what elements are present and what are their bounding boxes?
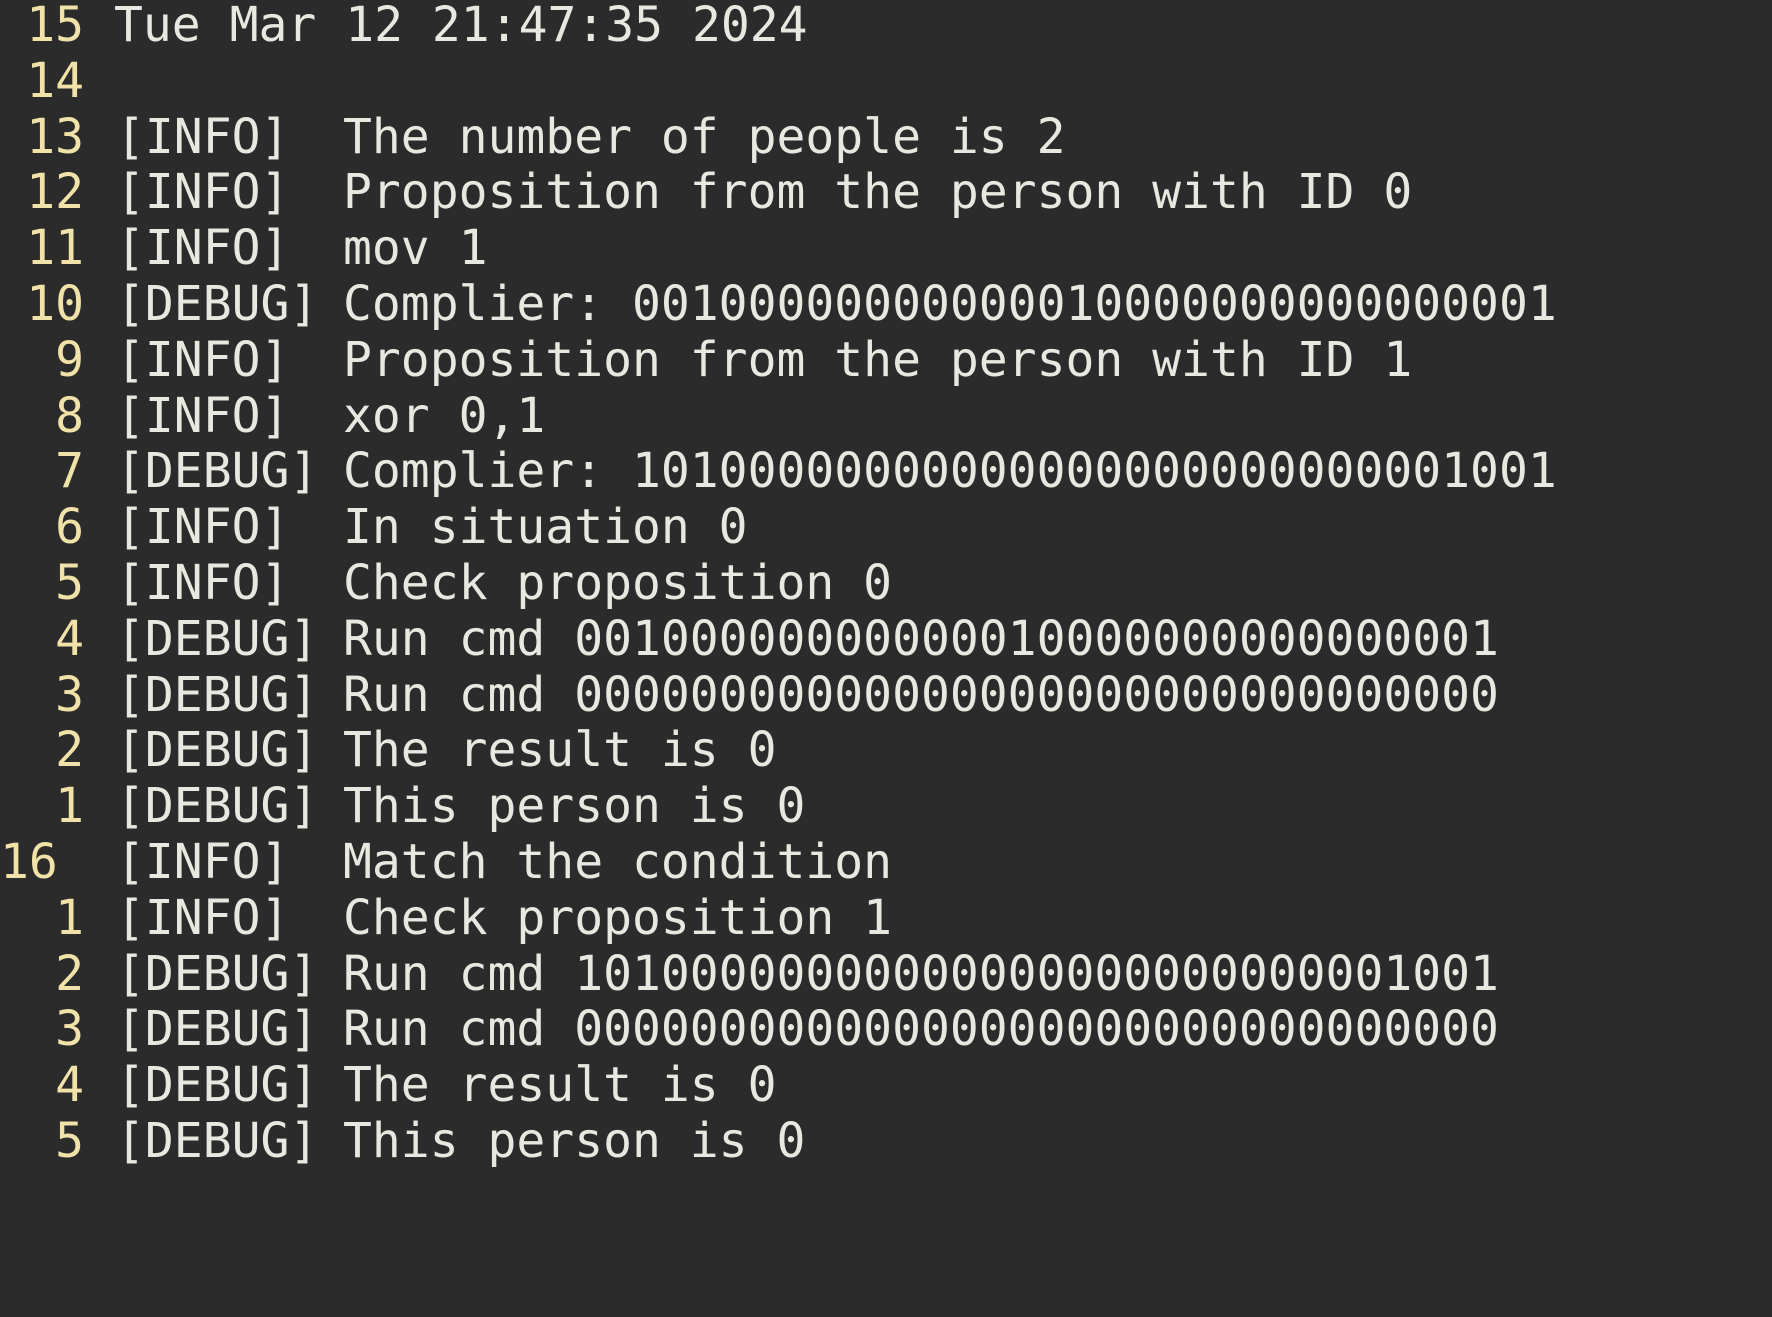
- line-number: 13: [26, 108, 84, 165]
- current-line-number: 16: [0, 834, 58, 890]
- log-level-tag: [DEBUG]: [116, 778, 319, 835]
- editor-line[interactable]: 8 [INFO] xor 0,1: [0, 385, 1772, 448]
- line-number: 11: [26, 220, 84, 277]
- editor-line[interactable]: 14: [0, 50, 1772, 113]
- log-message: This person is 0: [343, 1113, 806, 1169]
- log-message: Check proposition 1: [343, 889, 893, 946]
- editor-line[interactable]: 9 [INFO] Proposition from the person with …: [0, 329, 1772, 392]
- log-message: The number of people is 2: [343, 108, 1066, 165]
- line-number: 9: [55, 331, 84, 388]
- log-level-tag: [INFO]: [116, 108, 290, 165]
- line-number: 8: [55, 387, 84, 444]
- editor-line[interactable]: 5 [DEBUG] This person is 0: [0, 1110, 1772, 1173]
- log-level-tag: [DEBUG]: [116, 610, 319, 667]
- log-message: Match the condition: [343, 834, 893, 890]
- log-level-tag: [DEBUG]: [116, 276, 319, 332]
- log-message: In situation 0: [343, 499, 748, 556]
- editor-line[interactable]: 3 [DEBUG] Run cmd 000000000000000000000000…: [0, 664, 1772, 727]
- line-number: 2: [55, 722, 84, 779]
- log-message: xor 0,1: [343, 387, 546, 444]
- log-level-tag: [DEBUG]: [116, 945, 319, 1002]
- line-number: 6: [55, 499, 84, 556]
- log-message: Run cmd 00100000000000010000000000000001: [343, 610, 1499, 667]
- log-message: The result is 0: [343, 1057, 777, 1114]
- editor-line[interactable]: 7 [DEBUG] Complier: 1010000000000000000000…: [0, 440, 1772, 503]
- log-level-tag: [INFO]: [116, 889, 290, 946]
- log-level-tag: [INFO]: [116, 164, 290, 221]
- editor-line[interactable]: 4 [DEBUG] Run cmd 001000000000000100000000…: [0, 608, 1772, 671]
- log-message: Proposition from the person with ID 0: [343, 164, 1413, 221]
- log-level-tag: [INFO]: [116, 499, 290, 556]
- log-message: mov 1: [343, 220, 488, 277]
- line-number: 3: [55, 1001, 84, 1058]
- editor-line[interactable]: 10 [DEBUG] Complier: 001000000000000100000…: [0, 273, 1772, 336]
- log-message: The result is 0: [343, 722, 777, 779]
- log-message: Check proposition 0: [343, 555, 893, 611]
- log-level-tag: [INFO]: [116, 331, 290, 388]
- log-message: Complier: 101000000000000000000000000010…: [343, 443, 1557, 500]
- log-level-tag: [DEBUG]: [116, 722, 319, 779]
- log-message: Complier: 001000000000000100000000000000…: [343, 276, 1557, 332]
- line-number: 15: [26, 0, 84, 53]
- line-number: 1: [55, 778, 84, 835]
- editor-line[interactable]: 1 [DEBUG] This person is 0: [0, 775, 1772, 838]
- line-number: 10: [26, 276, 84, 332]
- log-level-tag: [DEBUG]: [116, 1001, 319, 1058]
- editor-line[interactable]: 4 [DEBUG] The result is 0: [0, 1054, 1772, 1117]
- log-editor[interactable]: 15 Tue Mar 12 21:47:35 2024 14 13 [INFO] The …: [0, 0, 1772, 1317]
- log-level-tag: [INFO]: [116, 834, 290, 890]
- log-level-tag: [DEBUG]: [116, 1057, 319, 1114]
- editor-line[interactable]: 13 [INFO] The number of people is 2: [0, 106, 1772, 169]
- editor-line[interactable]: 3 [DEBUG] Run cmd 000000000000000000000000…: [0, 998, 1772, 1061]
- log-message: Proposition from the person with ID 1: [343, 331, 1413, 388]
- log-message: Run cmd 00000000000000000000000000000000: [343, 1001, 1499, 1058]
- editor-line[interactable]: 6 [INFO] In situation 0: [0, 496, 1772, 559]
- log-level-tag: [INFO]: [116, 220, 290, 277]
- log-message: Run cmd 00000000000000000000000000000000: [343, 666, 1499, 723]
- editor-line[interactable]: 1 [INFO] Check proposition 1: [0, 887, 1772, 950]
- line-number: 4: [55, 610, 84, 667]
- editor-line[interactable]: 16 [INFO] Match the condition: [0, 831, 1772, 894]
- line-number: 1: [55, 889, 84, 946]
- log-level-tag: [DEBUG]: [116, 443, 319, 500]
- line-number: 5: [55, 1113, 84, 1169]
- editor-line[interactable]: 12 [INFO] Proposition from the person with…: [0, 161, 1772, 224]
- line-number: 4: [55, 1057, 84, 1114]
- editor-line[interactable]: 2 [DEBUG] The result is 0: [0, 719, 1772, 782]
- log-level-tag: [INFO]: [116, 387, 290, 444]
- editor-line[interactable]: 5 [INFO] Check proposition 0: [0, 552, 1772, 615]
- line-number: 14: [26, 52, 84, 109]
- line-number: 3: [55, 666, 84, 723]
- log-message: Run cmd 10100000000000000000000000001001: [343, 945, 1499, 1002]
- editor-line[interactable]: 15 Tue Mar 12 21:47:35 2024: [0, 0, 1772, 57]
- log-level-tag: [DEBUG]: [116, 1113, 319, 1169]
- editor-line[interactable]: 2 [DEBUG] Run cmd 101000000000000000000000…: [0, 943, 1772, 1006]
- line-number: 2: [55, 945, 84, 1002]
- line-text: Tue Mar 12 21:47:35 2024: [114, 0, 808, 53]
- log-level-tag: [INFO]: [116, 555, 290, 611]
- editor-line[interactable]: 11 [INFO] mov 1: [0, 217, 1772, 280]
- line-number: 7: [55, 443, 84, 500]
- log-message: This person is 0: [343, 778, 806, 835]
- line-number: 5: [55, 555, 84, 611]
- log-level-tag: [DEBUG]: [116, 666, 319, 723]
- line-number: 12: [26, 164, 84, 221]
